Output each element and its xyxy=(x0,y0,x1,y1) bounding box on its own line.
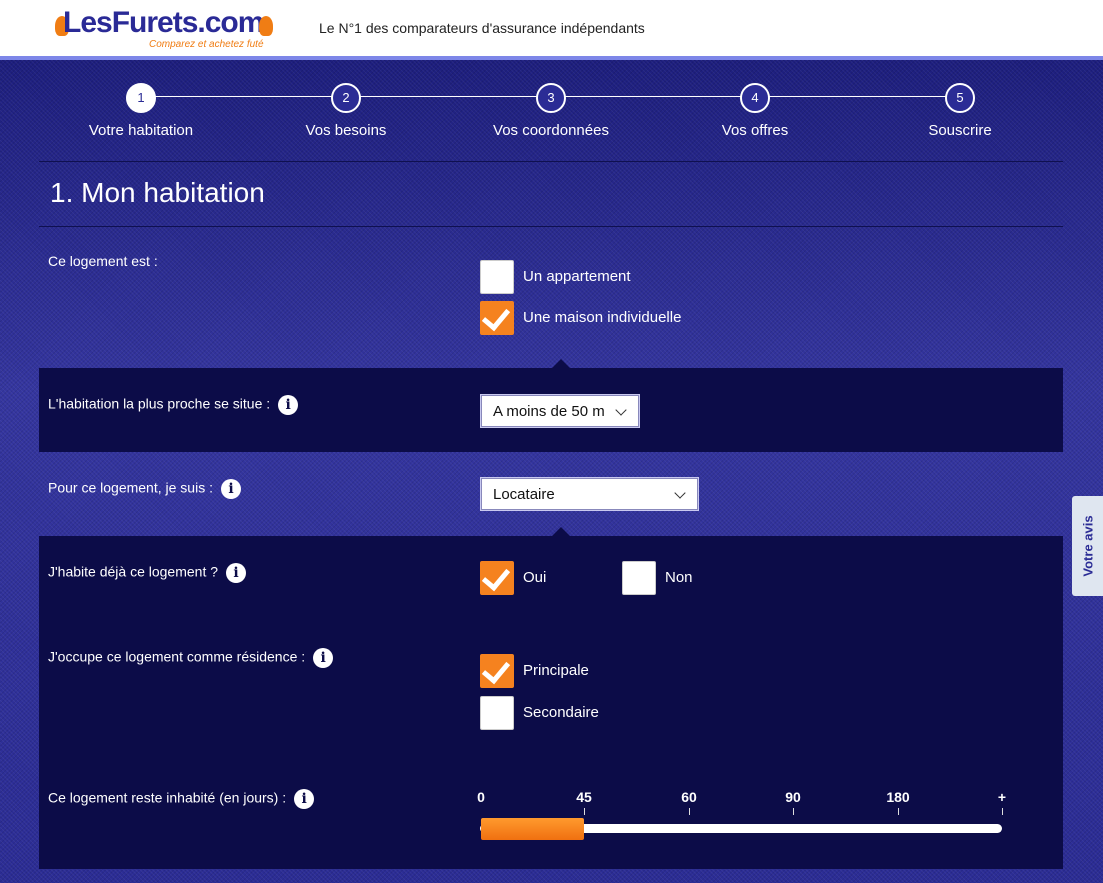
nearest-dwelling-question: L'habitation la plus proche se situe : i xyxy=(48,395,299,415)
slider-tick-label: 45 xyxy=(576,789,592,805)
step-label: Vos offres xyxy=(721,122,789,139)
step-number: 1 xyxy=(126,83,156,113)
checkbox[interactable] xyxy=(480,696,514,730)
slider-tick-label: + xyxy=(997,789,1007,805)
slider-tick xyxy=(689,808,690,815)
step-number: 3 xyxy=(536,83,566,113)
slider-tick xyxy=(793,808,794,815)
logo-text: LesFurets.com xyxy=(63,6,264,39)
step-2[interactable]: 2 Vos besoins xyxy=(246,83,446,139)
slider-tick-label: 90 xyxy=(785,789,801,805)
step-number: 2 xyxy=(331,83,361,113)
select-value: Locataire xyxy=(493,486,555,503)
residence-type-question: J'occupe ce logement comme résidence : i xyxy=(48,648,334,668)
step-4[interactable]: 4 Vos offres xyxy=(655,83,855,139)
checkbox[interactable] xyxy=(480,260,514,294)
chevron-down-icon xyxy=(674,487,686,499)
info-icon[interactable]: i xyxy=(294,789,315,809)
step-5[interactable]: 5 Souscrire xyxy=(860,83,1060,139)
occupant-status-select[interactable]: Locataire xyxy=(481,478,698,510)
nearest-dwelling-label: L'habitation la plus proche se situe : xyxy=(48,395,271,412)
chevron-down-icon xyxy=(615,404,627,416)
slider-tick xyxy=(1002,808,1003,815)
slider-tick-label: 0 xyxy=(477,789,485,805)
checked-checkbox[interactable] xyxy=(480,654,514,688)
logo-tagline: Comparez et achetez futé xyxy=(149,39,264,50)
checked-checkbox[interactable] xyxy=(480,561,514,595)
header: LesFurets.com Comparez et achetez futé L… xyxy=(0,0,1103,56)
info-icon[interactable]: i xyxy=(226,563,247,583)
option-appartement[interactable]: Un appartement xyxy=(480,260,680,294)
option-principale[interactable]: Principale xyxy=(480,654,620,688)
info-icon[interactable]: i xyxy=(313,648,334,668)
feedback-tab[interactable]: Votre avis xyxy=(1072,496,1103,596)
checked-checkbox[interactable] xyxy=(480,301,514,335)
step-3[interactable]: 3 Vos coordonnées xyxy=(451,83,651,139)
step-1[interactable]: 1 Votre habitation xyxy=(41,83,241,139)
slider-tick xyxy=(898,808,899,815)
already-living-question: J'habite déjà ce logement ? i xyxy=(48,563,247,583)
option-label: Oui xyxy=(523,569,547,586)
select-value: A moins de 50 m xyxy=(493,403,605,420)
housing-type-label: Ce logement est : xyxy=(48,253,158,269)
slider-tick-label: 180 xyxy=(886,789,910,805)
occupant-status-label: Pour ce logement, je suis : xyxy=(48,479,213,496)
section-title: 1. Mon habitation xyxy=(50,177,265,208)
option-label: Non xyxy=(665,569,693,586)
header-tagline: Le N°1 des comparateurs d'assurance indé… xyxy=(319,20,645,36)
info-icon[interactable]: i xyxy=(220,479,241,499)
slider-tick-label: 60 xyxy=(681,789,697,805)
uninhabited-days-question: Ce logement reste inhabité (en jours) : i xyxy=(48,789,315,809)
option-non[interactable]: Non xyxy=(622,561,722,595)
cat-icon xyxy=(259,16,273,36)
already-living-label: J'habite déjà ce logement ? xyxy=(48,563,219,580)
option-label: Secondaire xyxy=(523,704,599,721)
occupant-status-question: Pour ce logement, je suis : i xyxy=(48,479,241,499)
nearest-dwelling-select[interactable]: A moins de 50 m xyxy=(481,395,639,427)
option-secondaire[interactable]: Secondaire xyxy=(480,696,620,730)
divider xyxy=(39,161,1063,162)
info-icon[interactable]: i xyxy=(278,395,299,415)
option-label: Principale xyxy=(523,662,589,679)
option-label: Une maison individuelle xyxy=(523,309,682,326)
slider-tick xyxy=(584,808,585,815)
option-oui[interactable]: Oui xyxy=(480,561,580,595)
option-maison[interactable]: Une maison individuelle xyxy=(480,301,700,335)
step-number: 4 xyxy=(740,83,770,113)
step-label: Votre habitation xyxy=(88,122,194,139)
divider xyxy=(39,226,1063,227)
checkbox[interactable] xyxy=(622,561,656,595)
step-label: Vos coordonnées xyxy=(493,122,609,139)
step-label: Vos besoins xyxy=(305,122,387,139)
feedback-tab-label: Votre avis xyxy=(1080,515,1095,577)
slider-fill[interactable] xyxy=(481,818,584,840)
step-label: Souscrire xyxy=(928,122,992,139)
uninhabited-days-label: Ce logement reste inhabité (en jours) : xyxy=(48,789,287,806)
logo[interactable]: LesFurets.com Comparez et achetez futé xyxy=(55,4,275,52)
step-number: 5 xyxy=(945,83,975,113)
residence-type-label: J'occupe ce logement comme résidence : xyxy=(48,648,306,665)
option-label: Un appartement xyxy=(523,268,631,285)
